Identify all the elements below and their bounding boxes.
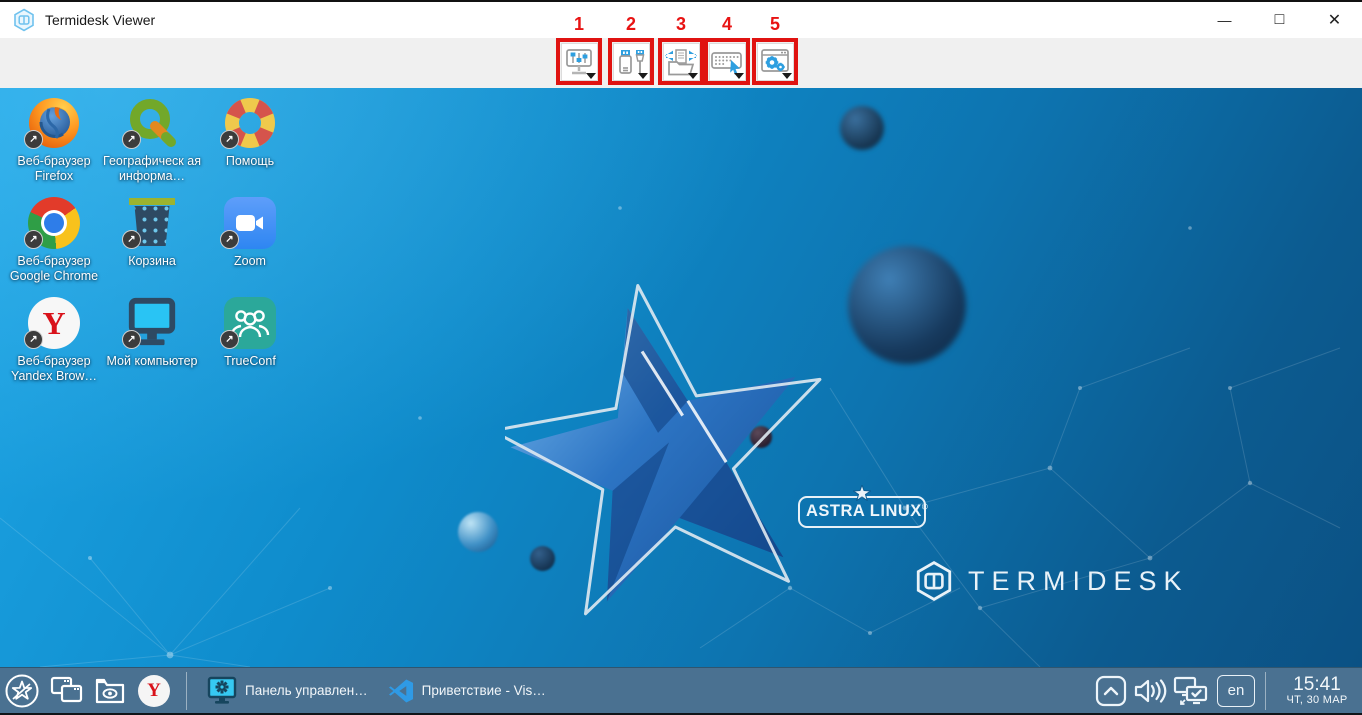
clock-time: 15:41 bbox=[1293, 675, 1341, 695]
decor-sphere-light bbox=[458, 512, 498, 552]
close-button[interactable]: ✕ bbox=[1307, 2, 1362, 38]
desktop-icon-label: Помощь bbox=[226, 154, 274, 169]
shortcut-arrow-badge: ↗ bbox=[122, 330, 141, 349]
window-switcher-icon bbox=[49, 675, 83, 707]
network-button[interactable] bbox=[1173, 675, 1211, 707]
control-panel-icon bbox=[207, 676, 237, 706]
clock-date: ЧТ, 30 МАР bbox=[1286, 695, 1347, 707]
speaker-icon bbox=[1133, 677, 1167, 705]
dropdown-caret-icon bbox=[688, 73, 698, 79]
desktop-icon-grid: ↗ Веб-браузер Firefox ↗ Географическ ая … bbox=[5, 95, 299, 395]
yandex-browser-icon: Y bbox=[138, 675, 170, 707]
start-menu-button[interactable] bbox=[0, 669, 44, 713]
file-manager-button[interactable] bbox=[88, 669, 132, 713]
keyboard-send-button[interactable] bbox=[709, 43, 746, 81]
session-settings-button[interactable] bbox=[757, 43, 794, 81]
desktop-icon-zoom[interactable]: ↗ Zoom bbox=[201, 195, 299, 295]
task-label: Приветствие - Vis… bbox=[422, 683, 546, 698]
taskbar: Y Панель управлен… bbox=[0, 667, 1362, 715]
dropdown-caret-icon bbox=[734, 73, 744, 79]
desktop-icon-chrome[interactable]: ↗ Веб-браузер Google Chrome bbox=[5, 195, 103, 295]
annotation-box-2: 2 bbox=[608, 38, 654, 85]
tray-expand-button[interactable] bbox=[1095, 675, 1127, 707]
desktop-icon-qgis[interactable]: ↗ Географическ ая информа… bbox=[103, 95, 201, 195]
termidesk-logo: TERMIDESK bbox=[913, 559, 1189, 603]
shortcut-arrow-badge: ↗ bbox=[122, 130, 141, 149]
volume-button[interactable] bbox=[1133, 677, 1167, 705]
window-title: Termidesk Viewer bbox=[45, 12, 155, 28]
astra-logo-text: ASTRA LINUX bbox=[806, 502, 922, 520]
astra-logo-reg: ® bbox=[922, 503, 928, 512]
annotation-box-5: 5 bbox=[752, 38, 798, 85]
dropdown-caret-icon bbox=[638, 73, 648, 79]
display-settings-button[interactable] bbox=[561, 43, 598, 81]
decor-sphere-small-top bbox=[840, 106, 884, 150]
shortcut-arrow-badge: ↗ bbox=[122, 230, 141, 249]
shortcut-arrow-badge: ↗ bbox=[24, 130, 43, 149]
window-switcher-button[interactable] bbox=[44, 669, 88, 713]
taskbar-divider bbox=[186, 672, 187, 710]
minimize-button[interactable]: — bbox=[1197, 2, 1252, 38]
system-tray: en 15:41 ЧТ, 30 МАР bbox=[1095, 672, 1362, 710]
annotation-box-4: 4 bbox=[704, 38, 750, 85]
desktop-icon-trueconf[interactable]: ↗ TrueConf bbox=[201, 295, 299, 395]
dropdown-caret-icon bbox=[586, 73, 596, 79]
annotation-number-4: 4 bbox=[708, 14, 746, 35]
annotation-number-5: 5 bbox=[756, 14, 794, 35]
desktop-icon-my-computer[interactable]: ↗ Мой компьютер bbox=[103, 295, 201, 395]
file-transfer-button[interactable] bbox=[663, 43, 700, 81]
desktop-icon-label: Веб-браузер Yandex Brow… bbox=[5, 354, 103, 385]
maximize-button[interactable]: □ bbox=[1252, 2, 1307, 38]
desktop-icon-label: Мой компьютер bbox=[107, 354, 198, 369]
usb-devices-button[interactable] bbox=[613, 43, 650, 81]
task-control-panel[interactable]: Панель управлен… bbox=[197, 669, 378, 713]
astra-star-icon bbox=[853, 485, 871, 501]
annotation-box-1: 1 bbox=[556, 38, 602, 85]
termidesk-hexagon-icon bbox=[913, 559, 955, 603]
vscode-icon bbox=[388, 678, 414, 704]
shortcut-arrow-badge: ↗ bbox=[220, 230, 239, 249]
clock[interactable]: 15:41 ЧТ, 30 МАР bbox=[1276, 675, 1354, 706]
remote-desktop-area[interactable]: ASTRA LINUX® TERMIDESK bbox=[0, 88, 1362, 667]
desktop-icon-label: Веб-браузер Firefox bbox=[5, 154, 103, 185]
shortcut-arrow-badge: ↗ bbox=[220, 130, 239, 149]
desktop-icon-help[interactable]: ↗ Помощь bbox=[201, 95, 299, 195]
desktop-icon-label: TrueConf bbox=[224, 354, 276, 369]
annotation-number-2: 2 bbox=[612, 14, 650, 35]
task-label: Панель управлен… bbox=[245, 683, 368, 698]
shortcut-arrow-badge: ↗ bbox=[24, 230, 43, 249]
task-vscode[interactable]: Приветствие - Vis… bbox=[378, 669, 556, 713]
desktop-icon-label: Географическ ая информа… bbox=[103, 154, 201, 185]
desktop-icon-label: Zoom bbox=[234, 254, 266, 269]
annotation-box-3: 3 bbox=[658, 38, 704, 85]
shortcut-arrow-badge: ↗ bbox=[24, 330, 43, 349]
annotation-number-3: 3 bbox=[662, 14, 700, 35]
astra-star-graphic bbox=[505, 278, 825, 628]
viewer-toolbar: 1 2 bbox=[0, 38, 1362, 88]
tray-divider bbox=[1265, 672, 1266, 710]
language-indicator[interactable]: en bbox=[1217, 675, 1255, 707]
desktop-icon-label: Веб-браузер Google Chrome bbox=[5, 254, 103, 285]
desktop-icon-firefox[interactable]: ↗ Веб-браузер Firefox bbox=[5, 95, 103, 195]
network-devices-icon bbox=[1173, 675, 1211, 707]
decor-sphere-tiny bbox=[750, 426, 772, 448]
decor-sphere-large bbox=[848, 246, 966, 364]
desktop-icon-label: Корзина bbox=[128, 254, 176, 269]
desktop-icon-trash[interactable]: ↗ Корзина bbox=[103, 195, 201, 295]
dropdown-caret-icon bbox=[782, 73, 792, 79]
decor-sphere-dark-small bbox=[530, 546, 555, 571]
desktop-icon-yandex[interactable]: Y ↗ Веб-браузер Yandex Brow… bbox=[5, 295, 103, 395]
termidesk-viewer-window: Termidesk Viewer — □ ✕ 1 bbox=[0, 0, 1362, 715]
file-manager-icon bbox=[93, 675, 127, 707]
annotation-number-1: 1 bbox=[560, 14, 598, 35]
chevron-up-icon bbox=[1095, 675, 1127, 707]
shortcut-arrow-badge: ↗ bbox=[220, 330, 239, 349]
astra-start-icon bbox=[4, 673, 40, 709]
astra-linux-logo: ASTRA LINUX® bbox=[798, 496, 926, 528]
yandex-launcher-button[interactable]: Y bbox=[132, 669, 176, 713]
termidesk-logo-text: TERMIDESK bbox=[968, 566, 1189, 597]
termidesk-app-icon bbox=[12, 8, 36, 32]
